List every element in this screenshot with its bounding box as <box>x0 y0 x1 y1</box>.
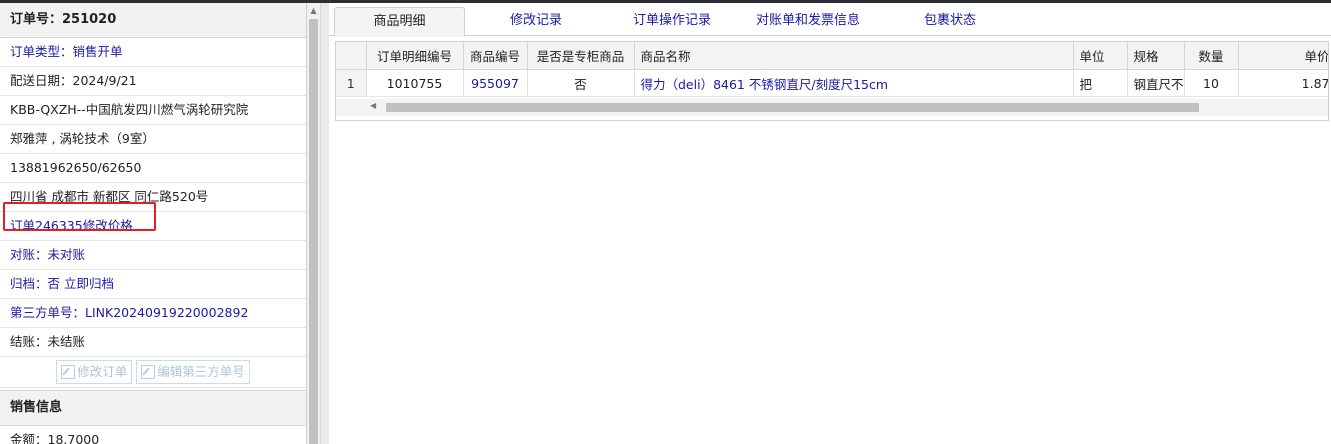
detail-panel: 商品明细 修改记录 订单操作记录 对账单和发票信息 包裹状态 订单明细编号 商品… <box>329 3 1331 444</box>
scroll-up-icon[interactable]: ▲ <box>307 3 320 17</box>
settlement-status: 结账：未结账 <box>0 328 306 357</box>
contact-phone: 13881962650/62650 <box>0 154 306 183</box>
reconcile-status[interactable]: 对账：未对账 <box>0 241 306 270</box>
col-unit[interactable]: 单位 <box>1073 42 1128 70</box>
contact-person: 郑雅萍 , 涡轮技术（9室） <box>0 125 306 154</box>
customer-name: KBB-QXZH--中国航发四川燃气涡轮研究院 <box>0 96 306 125</box>
table-hscrollbar[interactable]: ◀ <box>336 99 1328 116</box>
col-index <box>336 42 367 70</box>
tab-bar: 商品明细 修改记录 订单操作记录 对账单和发票信息 包裹状态 <box>329 3 1331 37</box>
tab-change-log[interactable]: 修改记录 <box>489 7 583 35</box>
edit-icon <box>61 365 76 379</box>
panel-splitter[interactable] <box>320 3 329 444</box>
tab-product-details[interactable]: 商品明细 <box>334 7 465 37</box>
table-header: 订单明细编号 商品编号 是否是专柜商品 商品名称 单位 规格 数量 单价 <box>336 42 1328 70</box>
is-counter-cell: 否 <box>527 69 635 97</box>
product-table: 订单明细编号 商品编号 是否是专柜商品 商品名称 单位 规格 数量 单价 1 1… <box>335 41 1329 121</box>
edit-icon <box>141 365 156 379</box>
col-is-counter[interactable]: 是否是专柜商品 <box>527 42 635 70</box>
col-product-name[interactable]: 商品名称 <box>634 42 1074 70</box>
highlight-box <box>3 202 156 231</box>
third-party-number[interactable]: 第三方单号：LINK20240919220002892 <box>0 299 306 328</box>
order-number-title: 订单号：251020 <box>0 3 306 38</box>
qty-cell: 10 <box>1184 69 1239 97</box>
tab-package-status[interactable]: 包裹状态 <box>903 7 997 35</box>
col-price[interactable]: 单价 <box>1238 42 1328 70</box>
col-spec[interactable]: 规格 <box>1127 42 1185 70</box>
edit-third-party-label: 编辑第三方单号 <box>157 364 245 379</box>
scroll-thumb[interactable] <box>309 19 318 444</box>
product-id-link[interactable]: 955097 <box>463 69 528 97</box>
detail-id-cell: 1010755 <box>366 69 464 97</box>
edit-order-button[interactable]: 修改订单 <box>56 360 133 384</box>
hscroll-thumb[interactable] <box>386 103 1199 112</box>
col-detail-id[interactable]: 订单明细编号 <box>366 42 464 70</box>
sales-amount: 金额：18.7000 <box>0 426 306 444</box>
product-name-link[interactable]: 得力（deli）8461 不锈钢直尺/刻度尺15cm <box>634 69 1074 97</box>
archive-status[interactable]: 归档：否 立即归档 <box>0 270 306 299</box>
edit-third-party-button[interactable]: 编辑第三方单号 <box>136 360 250 384</box>
col-qty[interactable]: 数量 <box>1184 42 1239 70</box>
unit-cell: 把 <box>1073 69 1128 97</box>
sales-info-title: 销售信息 <box>0 390 306 426</box>
table-row[interactable]: 1 1010755 955097 否 得力（deli）8461 不锈钢直尺/刻度… <box>336 69 1328 97</box>
left-scrollbar[interactable]: ▲ <box>307 3 320 444</box>
tab-statement-invoice[interactable]: 对账单和发票信息 <box>741 7 875 35</box>
spec-cell: 钢直尺不 <box>1127 69 1185 97</box>
scroll-left-icon[interactable]: ◀ <box>370 101 376 110</box>
delivery-date: 配送日期：2024/9/21 <box>0 67 306 96</box>
order-actions: 修改订单 编辑第三方单号 <box>0 357 306 388</box>
row-index: 1 <box>336 69 367 97</box>
col-product-id[interactable]: 商品编号 <box>463 42 528 70</box>
edit-order-label: 修改订单 <box>77 364 128 379</box>
order-type[interactable]: 订单类型：销售开单 <box>0 38 306 67</box>
tab-order-operations[interactable]: 订单操作记录 <box>613 7 731 35</box>
price-cell: 1.87 <box>1238 69 1328 97</box>
